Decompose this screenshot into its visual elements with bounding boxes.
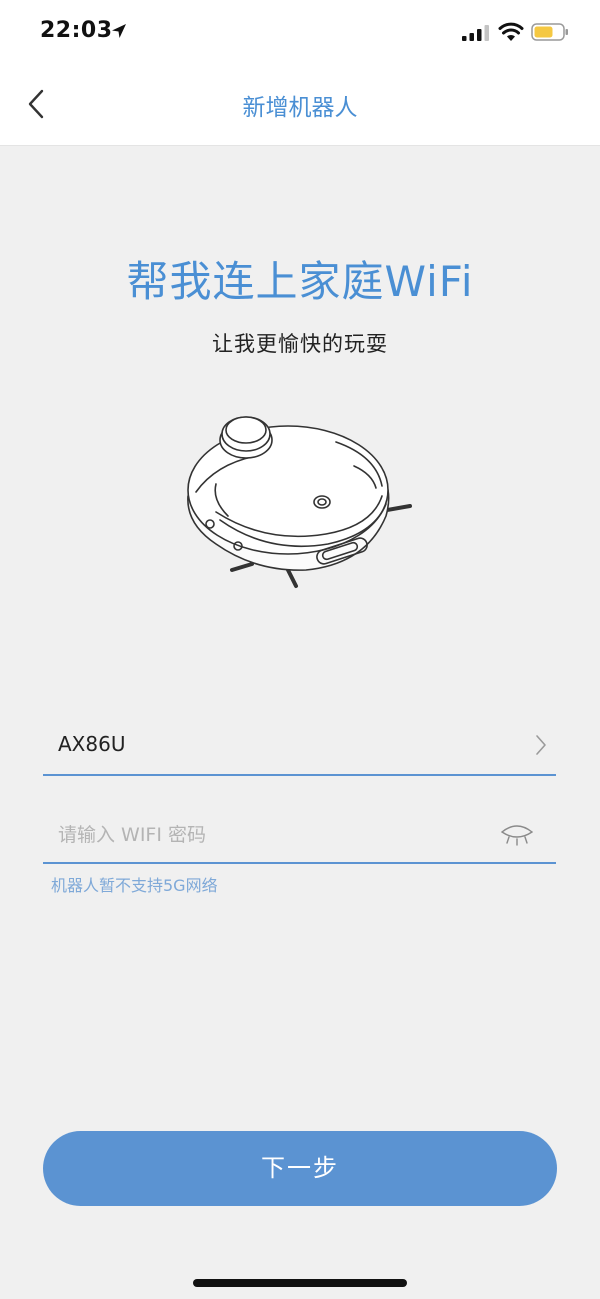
wifi-icon: [498, 22, 524, 41]
battery-icon: [531, 23, 568, 41]
battery-level: [534, 26, 553, 38]
wifi-password-field[interactable]: 请输入 WIFI 密码: [43, 802, 556, 864]
page-title: 新增机器人: [242, 95, 358, 121]
cellular-signal-icon: [462, 25, 489, 41]
eye-closed-icon[interactable]: [500, 822, 534, 846]
next-button[interactable]: 下一步: [43, 1131, 557, 1206]
status-bar: 22:03: [0, 0, 600, 64]
chevron-right-icon[interactable]: [534, 734, 548, 756]
status-time: 22:03: [40, 18, 113, 43]
wifi-ssid-value: AX86U: [58, 732, 126, 756]
headline: 帮我连上家庭WiFi: [126, 257, 474, 306]
robot-vacuum-illustration: [187, 416, 412, 588]
5g-not-supported-hint: 机器人暂不支持5G网络: [51, 876, 218, 895]
nav-bar: 新增机器人: [0, 64, 600, 146]
wifi-password-placeholder[interactable]: 请输入 WIFI 密码: [58, 820, 206, 847]
home-indicator: [193, 1279, 407, 1287]
subtitle: 让我更愉快的玩耍: [212, 332, 388, 356]
wifi-ssid-field[interactable]: AX86U: [43, 714, 556, 776]
location-arrow-icon: [112, 24, 126, 38]
